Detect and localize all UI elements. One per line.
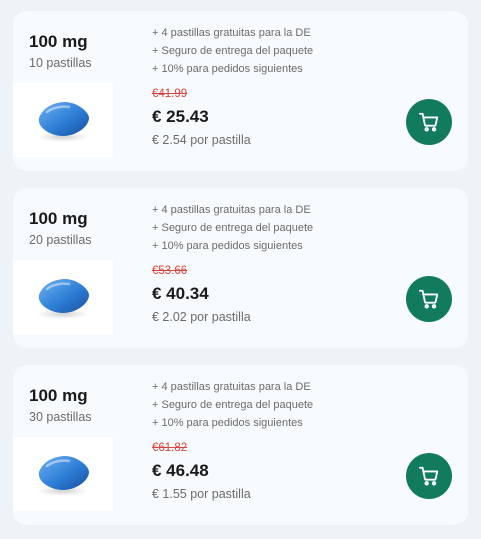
perk-item: + 10% para pedidos siguientes	[152, 417, 303, 429]
pill-count: 10 pastillas	[29, 56, 92, 70]
dose-label: 100 mg	[29, 209, 88, 228]
offer-card: 100 mg 30 pastillas + 4 pastillas gratui…	[13, 365, 468, 525]
product-image	[13, 260, 113, 334]
add-to-cart-button[interactable]	[406, 99, 452, 145]
cart-icon	[418, 466, 439, 486]
price-per-pill: € 2.54 por pastilla	[152, 133, 251, 147]
product-image	[13, 83, 113, 157]
old-price: €53.66	[152, 265, 188, 277]
product-image	[13, 437, 113, 511]
add-to-cart-button[interactable]	[406, 453, 452, 499]
perk-item: + Seguro de entrega del paquete	[152, 399, 314, 411]
perks-list: + 4 pastillas gratuitas para la DE + Seg…	[152, 378, 313, 432]
dose-label: 100 mg	[29, 386, 88, 405]
perk-item: + 10% para pedidos siguientes	[152, 63, 303, 75]
pill-icon	[37, 456, 89, 496]
perk-item: + 10% para pedidos siguientes	[152, 240, 303, 252]
add-to-cart-button[interactable]	[406, 276, 452, 322]
offer-card: 100 mg 10 pastillas + 4 pastillas gratui…	[13, 11, 468, 171]
perk-item: + 4 pastillas gratuitas para la DE	[152, 381, 311, 393]
old-price: €41.99	[152, 88, 188, 100]
pill-count: 20 pastillas	[29, 233, 92, 247]
pill-icon	[37, 102, 89, 142]
cart-icon	[418, 112, 439, 132]
price: € 40.34	[152, 284, 209, 303]
pill-icon	[37, 279, 89, 319]
dose-label: 100 mg	[29, 32, 88, 51]
pill-count: 30 pastillas	[29, 410, 92, 424]
cart-icon	[418, 289, 439, 309]
perks-list: + 4 pastillas gratuitas para la DE + Seg…	[152, 24, 313, 78]
offer-card: 100 mg 20 pastillas + 4 pastillas gratui…	[13, 188, 468, 348]
perk-item: + Seguro de entrega del paquete	[152, 222, 314, 234]
perk-item: + Seguro de entrega del paquete	[152, 45, 314, 57]
perk-item: + 4 pastillas gratuitas para la DE	[152, 204, 311, 216]
perk-item: + 4 pastillas gratuitas para la DE	[152, 27, 311, 39]
price: € 25.43	[152, 107, 209, 126]
perks-list: + 4 pastillas gratuitas para la DE + Seg…	[152, 201, 313, 255]
price-per-pill: € 2.02 por pastilla	[152, 310, 251, 324]
old-price: €61.82	[152, 442, 188, 454]
price-per-pill: € 1.55 por pastilla	[152, 487, 251, 501]
price: € 46.48	[152, 461, 209, 480]
